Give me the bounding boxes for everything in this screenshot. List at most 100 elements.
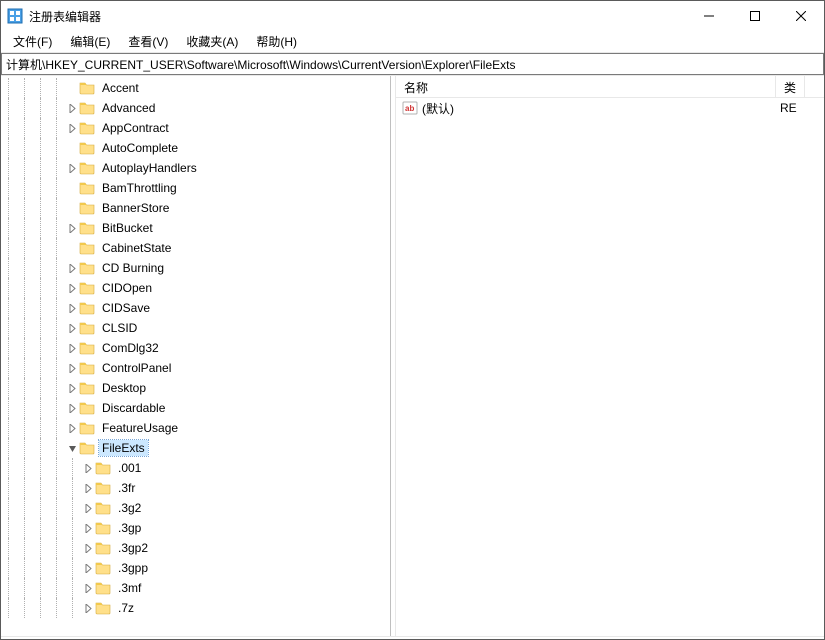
folder-icon — [79, 240, 95, 256]
chevron-right-icon[interactable] — [65, 281, 79, 295]
tree-node-label: AutoplayHandlers — [99, 160, 200, 176]
statusbar-area — [1, 636, 824, 639]
tree-node[interactable]: AutoplayHandlers — [1, 158, 390, 178]
menu-help[interactable]: 帮助(H) — [248, 31, 305, 52]
chevron-right-icon[interactable] — [81, 481, 95, 495]
folder-icon — [79, 80, 95, 96]
tree-node[interactable]: CabinetState — [1, 238, 390, 258]
tree-node[interactable]: .3gp — [1, 518, 390, 538]
list-item[interactable]: ab(默认)RE — [396, 98, 824, 118]
folder-icon — [95, 520, 111, 536]
tree-node-label: .3g2 — [115, 500, 144, 516]
tree-node[interactable]: CIDSave — [1, 298, 390, 318]
chevron-right-icon[interactable] — [81, 521, 95, 535]
titlebar: 注册表编辑器 — [1, 1, 824, 31]
chevron-right-icon[interactable] — [65, 301, 79, 315]
chevron-right-icon[interactable] — [81, 581, 95, 595]
folder-icon — [79, 360, 95, 376]
folder-icon — [79, 440, 95, 456]
tree-node[interactable]: AutoComplete — [1, 138, 390, 158]
tree-node[interactable]: CD Burning — [1, 258, 390, 278]
column-name[interactable]: 名称 — [396, 76, 776, 97]
tree-node[interactable]: Advanced — [1, 98, 390, 118]
tree-node[interactable]: Discardable — [1, 398, 390, 418]
tree-node[interactable]: CIDOpen — [1, 278, 390, 298]
tree-node[interactable]: Desktop — [1, 378, 390, 398]
tree-node[interactable]: FileExts — [1, 438, 390, 458]
list-header: 名称 类 — [396, 76, 824, 98]
chevron-down-icon[interactable] — [65, 441, 79, 455]
tree-node-label: .001 — [115, 460, 144, 476]
chevron-right-icon[interactable] — [65, 221, 79, 235]
chevron-right-icon[interactable] — [65, 421, 79, 435]
chevron-right-icon[interactable] — [65, 321, 79, 335]
chevron-right-icon[interactable] — [65, 261, 79, 275]
folder-icon — [79, 120, 95, 136]
address-bar[interactable]: 计算机\HKEY_CURRENT_USER\Software\Microsoft… — [1, 53, 824, 75]
chevron-right-icon[interactable] — [65, 341, 79, 355]
tree-node[interactable]: BamThrottling — [1, 178, 390, 198]
chevron-right-icon[interactable] — [81, 541, 95, 555]
tree-node-label: AppContract — [99, 120, 172, 136]
menu-view[interactable]: 查看(V) — [120, 31, 176, 52]
tree-node-label: ComDlg32 — [99, 340, 162, 356]
folder-icon — [95, 460, 111, 476]
menubar: 文件(F) 编辑(E) 查看(V) 收藏夹(A) 帮助(H) — [1, 31, 824, 53]
values-pane[interactable]: 名称 类 ab(默认)RE — [395, 76, 824, 636]
chevron-right-icon[interactable] — [65, 121, 79, 135]
tree-node-label: .3gpp — [115, 560, 151, 576]
folder-icon — [79, 280, 95, 296]
close-button[interactable] — [778, 1, 824, 31]
chevron-right-icon[interactable] — [65, 381, 79, 395]
folder-icon — [79, 180, 95, 196]
tree-node[interactable]: ComDlg32 — [1, 338, 390, 358]
column-type[interactable]: 类 — [776, 76, 805, 97]
tree-node[interactable]: FeatureUsage — [1, 418, 390, 438]
menu-edit[interactable]: 编辑(E) — [62, 31, 118, 52]
expander-placeholder — [65, 241, 79, 255]
tree-node[interactable]: BitBucket — [1, 218, 390, 238]
tree-pane[interactable]: AccentAdvanced AppContract AutoComplete Aut… — [1, 76, 391, 636]
value-name: (默认) — [422, 100, 780, 117]
chevron-right-icon[interactable] — [65, 401, 79, 415]
chevron-right-icon[interactable] — [65, 101, 79, 115]
folder-icon — [79, 260, 95, 276]
tree-node-label: .7z — [115, 600, 137, 616]
registry-tree: AccentAdvanced AppContract AutoComplete Aut… — [1, 76, 390, 620]
tree-node[interactable]: .3g2 — [1, 498, 390, 518]
menu-favorites[interactable]: 收藏夹(A) — [178, 31, 246, 52]
maximize-button[interactable] — [732, 1, 778, 31]
chevron-right-icon[interactable] — [81, 461, 95, 475]
chevron-right-icon[interactable] — [65, 161, 79, 175]
folder-icon — [79, 220, 95, 236]
tree-node-label: .3fr — [115, 480, 138, 496]
tree-node[interactable]: .3gp2 — [1, 538, 390, 558]
tree-node[interactable]: Accent — [1, 78, 390, 98]
folder-icon — [95, 540, 111, 556]
folder-icon — [95, 480, 111, 496]
menu-file[interactable]: 文件(F) — [5, 31, 60, 52]
expander-placeholder — [65, 81, 79, 95]
folder-icon — [79, 420, 95, 436]
tree-node-label: BamThrottling — [99, 180, 180, 196]
tree-node[interactable]: BannerStore — [1, 198, 390, 218]
tree-node[interactable]: CLSID — [1, 318, 390, 338]
tree-node[interactable]: .3gpp — [1, 558, 390, 578]
chevron-right-icon[interactable] — [81, 601, 95, 615]
tree-node[interactable]: .7z — [1, 598, 390, 618]
tree-node[interactable]: .3fr — [1, 478, 390, 498]
chevron-right-icon[interactable] — [81, 561, 95, 575]
tree-node[interactable]: .001 — [1, 458, 390, 478]
folder-icon — [79, 140, 95, 156]
tree-node-label: Desktop — [99, 380, 149, 396]
expander-placeholder — [65, 201, 79, 215]
tree-node[interactable]: .3mf — [1, 578, 390, 598]
tree-node-label: FileExts — [99, 440, 148, 456]
tree-node-label: CLSID — [99, 320, 140, 336]
chevron-right-icon[interactable] — [81, 501, 95, 515]
tree-node[interactable]: AppContract — [1, 118, 390, 138]
chevron-right-icon[interactable] — [65, 361, 79, 375]
tree-node[interactable]: ControlPanel — [1, 358, 390, 378]
minimize-button[interactable] — [686, 1, 732, 31]
folder-icon — [95, 560, 111, 576]
